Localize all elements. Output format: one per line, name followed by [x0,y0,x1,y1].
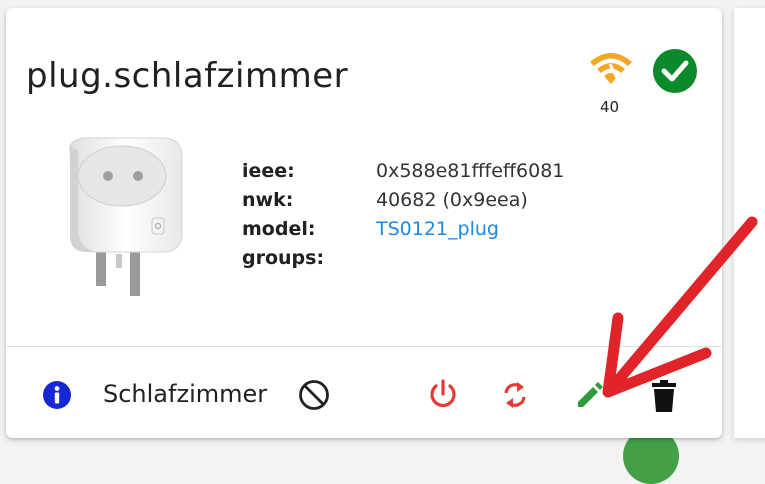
room-label: Schlafzimmer [103,380,268,408]
wifi-weak-icon [588,50,634,92]
ieee-value: 0x588e81fffeff6081 [376,160,565,182]
link-quality-value: 40 [600,98,620,116]
device-details: ieee: 0x588e81fffeff6081 nwk: 40682 (0x9… [242,158,616,271]
device-status: 40 [588,48,708,128]
model-label: model: [242,218,316,240]
card-divider [6,346,722,347]
device-card: plug.schlafzimmer 40 ieee: 0x588e81fffef… [6,8,722,438]
device-title: plug.schlafzimmer [26,56,349,96]
delete-icon[interactable] [650,379,678,417]
adjacent-card-edge [734,8,765,438]
ieee-label: ieee: [242,160,295,182]
check-circle-icon [652,48,698,98]
info-icon[interactable] [42,380,72,414]
nwk-value: 40682 (0x9eea) [376,189,528,211]
groups-value [376,245,616,271]
edit-icon[interactable] [574,381,604,415]
block-icon [298,379,330,415]
nwk-label: nwk: [242,189,294,211]
model-link[interactable]: TS0121_plug [376,216,616,242]
power-icon[interactable] [428,379,458,415]
groups-label: groups: [242,247,325,269]
sync-icon[interactable] [500,379,530,415]
smart-plug-image [56,136,196,320]
